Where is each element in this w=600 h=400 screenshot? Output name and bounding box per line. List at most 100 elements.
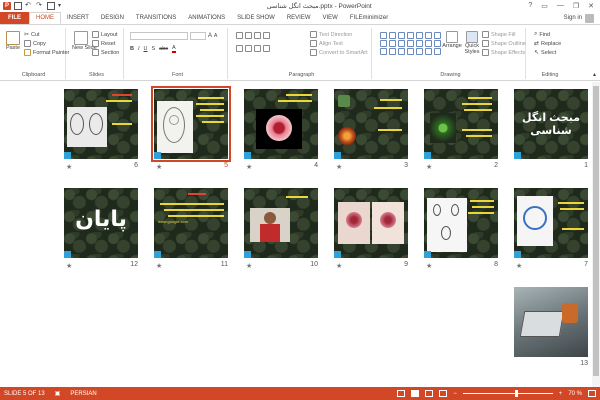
replace-button[interactable]: ⇄ Replace	[534, 39, 561, 48]
shape-icon[interactable]	[380, 48, 387, 55]
tab-slide-show[interactable]: SLIDE SHOW	[231, 12, 281, 24]
tab-review[interactable]: REVIEW	[281, 12, 317, 24]
reading-view-icon[interactable]	[425, 390, 434, 397]
slide-sorter-view-icon[interactable]	[411, 390, 420, 397]
font-size-combo[interactable]	[190, 31, 206, 40]
shape-icon[interactable]	[416, 40, 423, 47]
tab-insert[interactable]: INSERT	[61, 12, 95, 24]
shape-effects-button[interactable]: Shape Effects	[482, 48, 526, 57]
transition-icon[interactable]: ★	[66, 163, 72, 171]
zoom-level[interactable]: 70 %	[568, 391, 582, 397]
increase-indent-icon[interactable]	[263, 32, 270, 39]
shape-icon[interactable]	[389, 40, 396, 47]
zoom-out-icon[interactable]: −	[453, 391, 457, 397]
close-button[interactable]: ✕	[588, 2, 594, 10]
slide-7[interactable]: 7 ★	[514, 188, 588, 270]
slide-11[interactable]: www.google.com 11 ★	[154, 188, 228, 270]
increase-font-size-icon[interactable]: A	[208, 33, 212, 39]
tab-home[interactable]: HOME	[29, 12, 61, 24]
numbering-icon[interactable]	[245, 32, 252, 39]
shape-icon[interactable]	[398, 48, 405, 55]
fit-slide-icon[interactable]	[588, 390, 596, 397]
tab-design[interactable]: DESIGN	[95, 12, 130, 24]
zoom-in-icon[interactable]: +	[559, 391, 563, 397]
layout-button[interactable]: Layout	[92, 30, 119, 39]
reset-button[interactable]: Reset	[92, 39, 119, 48]
sign-in-link[interactable]: Sign in	[564, 15, 582, 21]
transition-icon[interactable]: ★	[516, 262, 522, 270]
slide-thumbnail[interactable]	[514, 287, 588, 357]
slide-8[interactable]: 8 ★	[424, 188, 498, 270]
transition-icon[interactable]: ★	[66, 262, 72, 270]
tab-fileminimizer[interactable]: FILEminimizer	[344, 12, 394, 24]
transition-icon[interactable]: ★	[246, 262, 252, 270]
tab-animations[interactable]: ANIMATIONS	[182, 12, 231, 24]
shape-icon[interactable]	[416, 48, 423, 55]
arrange-button[interactable]: Arrange	[442, 31, 462, 49]
slide-show-view-icon[interactable]	[439, 390, 448, 397]
shape-icon[interactable]	[425, 40, 432, 47]
shape-icon[interactable]	[425, 32, 432, 39]
decrease-indent-icon[interactable]	[254, 32, 261, 39]
font-color-icon[interactable]: A	[172, 45, 176, 53]
minimize-button[interactable]: —	[557, 2, 564, 10]
slide-thumbnail[interactable]	[424, 89, 498, 159]
transition-icon[interactable]: ★	[426, 262, 432, 270]
slide-5[interactable]: 5 ★	[151, 86, 231, 171]
tab-transitions[interactable]: TRANSITIONS	[130, 12, 182, 24]
shape-icon[interactable]	[407, 48, 414, 55]
shape-icon[interactable]	[398, 40, 405, 47]
shadow-icon[interactable]: S	[152, 46, 156, 52]
tab-file[interactable]: FILE	[0, 12, 29, 24]
bold-icon[interactable]: B	[130, 46, 134, 52]
transition-icon[interactable]: ★	[336, 163, 342, 171]
spellcheck-icon[interactable]: ▣	[55, 390, 61, 397]
slide-thumbnail[interactable]	[244, 188, 318, 258]
slide-3[interactable]: 3 ★	[334, 89, 408, 171]
shapes-gallery[interactable]	[380, 32, 442, 55]
slide-thumbnail-selected[interactable]	[151, 86, 231, 162]
shape-icon[interactable]	[407, 32, 414, 39]
slide-thumbnail[interactable]	[334, 89, 408, 159]
shape-icon[interactable]	[389, 32, 396, 39]
paste-button[interactable]: Paste	[5, 31, 21, 51]
align-center-icon[interactable]	[245, 45, 252, 52]
transition-icon[interactable]: ★	[336, 262, 342, 270]
zoom-slider-knob[interactable]	[514, 390, 518, 397]
transition-icon[interactable]: ★	[246, 163, 252, 171]
ribbon-display-options-button[interactable]: ▭	[541, 2, 548, 10]
slide-thumbnail[interactable]	[514, 188, 588, 258]
new-slide-button[interactable]: New Slide	[72, 31, 97, 51]
normal-view-icon[interactable]	[397, 390, 406, 397]
justify-icon[interactable]	[263, 45, 270, 52]
font-name-combo[interactable]	[130, 31, 188, 40]
collapse-ribbon-icon[interactable]: ▴	[593, 71, 596, 78]
slide-9[interactable]: 9 ★	[334, 188, 408, 270]
scrollbar-thumb[interactable]	[593, 86, 599, 376]
shape-icon[interactable]	[434, 40, 441, 47]
transition-icon[interactable]: ★	[156, 262, 162, 270]
copy-button[interactable]: Copy	[24, 39, 69, 48]
slide-thumbnail[interactable]	[244, 89, 318, 159]
format-painter-button[interactable]: Format Painter	[24, 48, 69, 57]
transition-icon[interactable]: ★	[156, 163, 162, 171]
slide-thumbnail[interactable]: مبحث انگل شناسی	[514, 89, 588, 159]
shape-outline-button[interactable]: Shape Outline	[482, 39, 526, 48]
shape-icon[interactable]	[380, 40, 387, 47]
decrease-font-size-icon[interactable]: A	[214, 33, 217, 39]
underline-icon[interactable]: U	[144, 46, 148, 52]
align-right-icon[interactable]	[254, 45, 261, 52]
strikethrough-icon[interactable]: abc	[159, 46, 168, 52]
find-button[interactable]: ⌕ Find	[534, 30, 561, 39]
select-button[interactable]: ↖ Select	[534, 48, 561, 57]
help-button[interactable]: ?	[528, 2, 532, 10]
customize-toolbar-icon[interactable]: ▾	[58, 2, 66, 10]
language-indicator[interactable]: PERSIAN	[70, 391, 96, 397]
start-from-beginning-icon[interactable]	[47, 2, 55, 10]
bullets-icon[interactable]	[236, 32, 243, 39]
shape-icon[interactable]	[434, 32, 441, 39]
slide-4[interactable]: 4 ★	[244, 89, 318, 171]
shape-icon[interactable]	[425, 48, 432, 55]
convert-to-smartart-button[interactable]: Convert to SmartArt	[310, 48, 368, 57]
text-direction-button[interactable]: Text Direction	[310, 30, 368, 39]
